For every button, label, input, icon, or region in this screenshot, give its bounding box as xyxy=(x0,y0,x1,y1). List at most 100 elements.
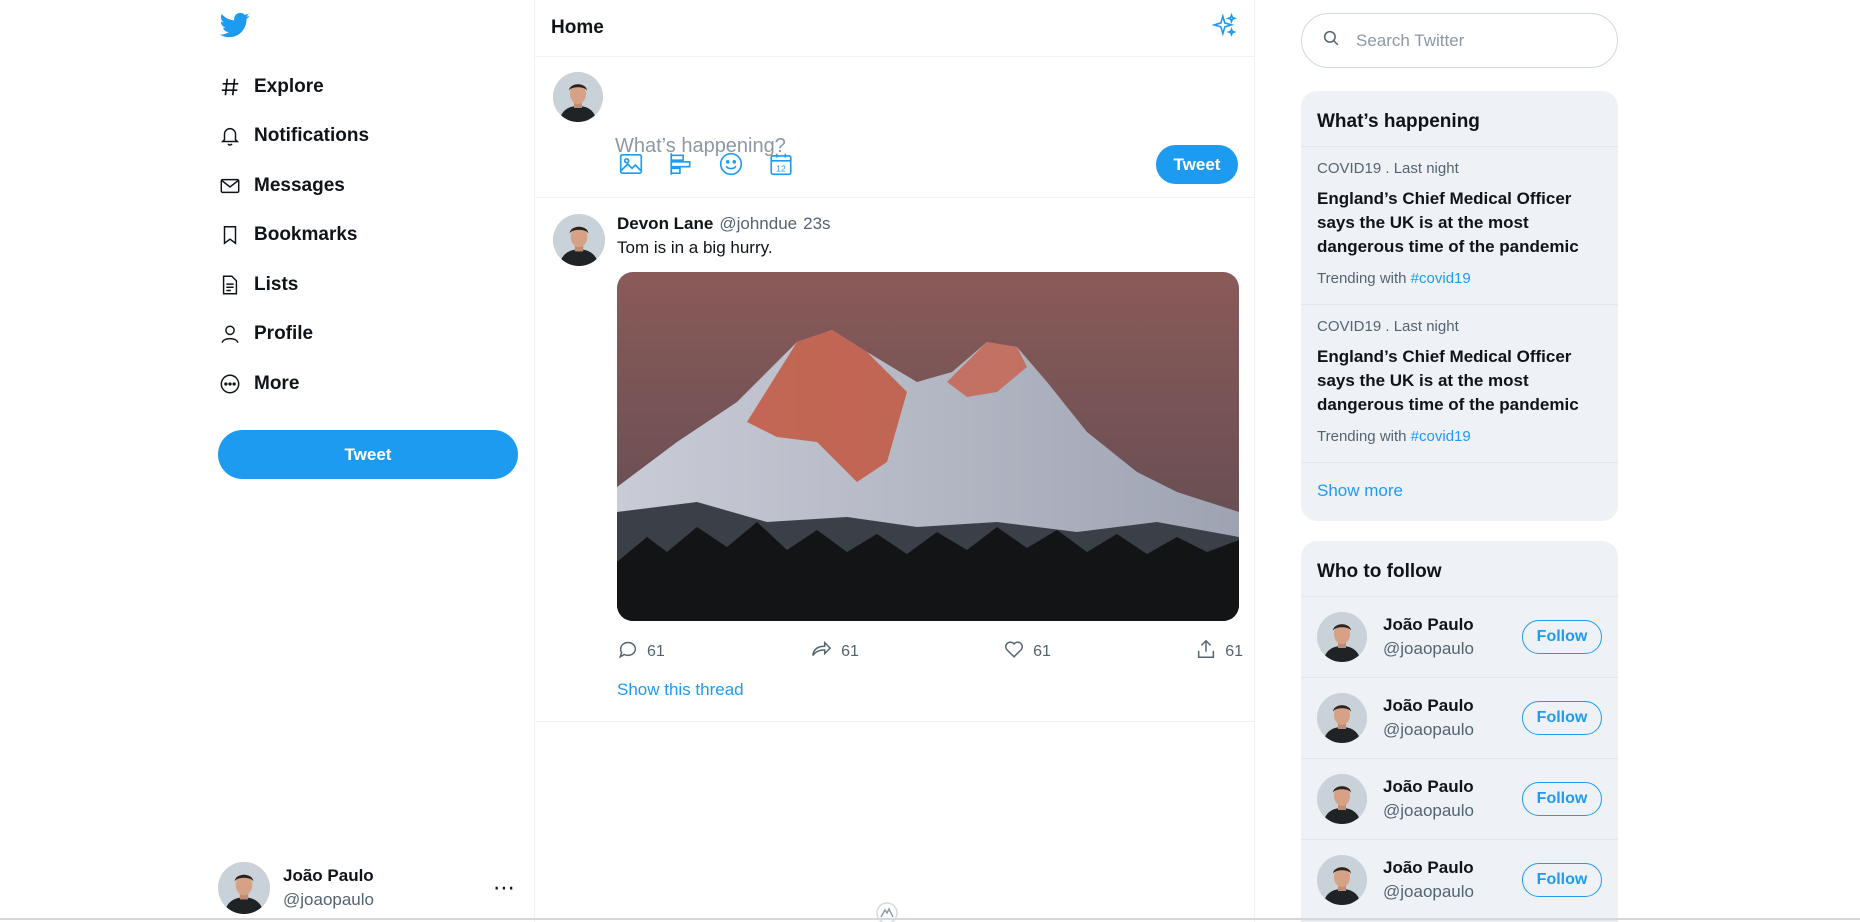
hashtag-icon xyxy=(218,75,242,99)
like-action[interactable]: 61 xyxy=(1003,638,1051,665)
nav-label-profile: Profile xyxy=(254,323,314,345)
suggestion-avatar[interactable] xyxy=(1317,774,1367,824)
emoji-icon[interactable] xyxy=(717,150,745,178)
share-action[interactable]: 61 xyxy=(1195,638,1243,665)
home-header: Home xyxy=(535,0,1254,57)
page-title: Home xyxy=(551,17,604,38)
account-names: João Paulo @joaopaulo xyxy=(283,866,493,910)
nav-label-bookmarks: Bookmarks xyxy=(254,224,358,246)
account-handle: @joaopaulo xyxy=(283,890,374,909)
account-switcher[interactable]: João Paulo @joaopaulo ⋯ xyxy=(218,858,518,918)
nav-label-explore: Explore xyxy=(254,75,324,97)
like-count: 61 xyxy=(1033,642,1051,660)
share-count: 61 xyxy=(1225,642,1243,660)
retweet-action[interactable]: 61 xyxy=(809,638,859,665)
reply-count: 61 xyxy=(647,642,665,660)
trend-headline: England’s Chief Medical Officer says the… xyxy=(1317,189,1579,256)
compose-toolbar: 12 xyxy=(617,150,817,178)
suggestion-name: João Paulo xyxy=(1383,858,1474,877)
whats-happening-title: What’s happening xyxy=(1301,91,1618,147)
follow-suggestion[interactable]: João Paulo @joaopaulo Follow xyxy=(1301,678,1618,759)
more-circle-icon xyxy=(218,372,242,396)
nav-item-bookmarks[interactable]: Bookmarks xyxy=(218,211,518,261)
tweet-meta: Devon Lane @johndue 23s xyxy=(617,214,831,234)
nav-item-lists[interactable]: Lists xyxy=(218,260,518,310)
compose-tweet-button[interactable]: Tweet xyxy=(1156,145,1238,184)
tweet[interactable]: Devon Lane @johndue 23s Tom is in a big … xyxy=(535,198,1254,722)
nav-label-notifications: Notifications xyxy=(254,125,370,147)
share-upload-icon xyxy=(1195,638,1217,665)
suggestion-handle: @joaopaulo xyxy=(1383,801,1474,820)
svg-text:12: 12 xyxy=(776,164,786,174)
whats-happening-panel: What’s happening COVID19 . Last night En… xyxy=(1301,91,1618,521)
account-name: João Paulo xyxy=(283,866,374,885)
tweet-handle[interactable]: @johndue xyxy=(719,214,797,234)
trend-category: COVID19 . Last night xyxy=(1317,160,1459,177)
timeline: Home What’s happening? 12 Tweet Devon La… xyxy=(534,0,1255,922)
nav-item-more[interactable]: More xyxy=(218,359,518,409)
show-thread-link[interactable]: Show this thread xyxy=(617,680,744,700)
search-icon xyxy=(1322,29,1340,52)
suggestion-avatar[interactable] xyxy=(1317,693,1367,743)
trend-hashtag[interactable]: #covid19 xyxy=(1411,428,1471,445)
suggestion-name: João Paulo xyxy=(1383,696,1474,715)
show-more-link[interactable]: Show more xyxy=(1301,463,1618,519)
nav-item-messages[interactable]: Messages xyxy=(218,161,518,211)
nav-item-profile[interactable]: Profile xyxy=(218,310,518,360)
bell-icon xyxy=(218,124,242,148)
follow-button[interactable]: Follow xyxy=(1522,863,1602,897)
tweet-actions: 61 61 61 61 xyxy=(617,638,1243,665)
search-bar[interactable] xyxy=(1301,13,1618,68)
trend-prefix: Trending with xyxy=(1317,428,1407,445)
window-bottom-edge xyxy=(0,918,1860,920)
compose-avatar xyxy=(553,72,603,122)
tweet-time[interactable]: 23s xyxy=(803,214,830,234)
heart-icon xyxy=(1003,638,1025,665)
reply-action[interactable]: 61 xyxy=(617,638,665,665)
trend-prefix: Trending with xyxy=(1317,270,1407,287)
who-to-follow-title: Who to follow xyxy=(1301,541,1618,597)
image-icon[interactable] xyxy=(617,150,645,178)
suggestion-names: João Paulo @joaopaulo xyxy=(1383,858,1522,902)
retweet-icon xyxy=(809,638,833,665)
suggestion-names: João Paulo @joaopaulo xyxy=(1383,615,1522,659)
search-input[interactable] xyxy=(1356,30,1596,51)
tweet-text: Tom is in a big hurry. xyxy=(617,238,773,257)
trend-item[interactable]: COVID19 . Last night England’s Chief Med… xyxy=(1301,305,1618,463)
left-sidebar: Explore Notifications Messages Bookmarks… xyxy=(218,0,518,922)
reply-icon xyxy=(617,638,639,665)
sparkle-icon[interactable] xyxy=(1211,12,1238,44)
twitter-logo-icon[interactable] xyxy=(218,10,252,40)
account-more-icon[interactable]: ⋯ xyxy=(493,875,516,901)
suggestion-name: João Paulo xyxy=(1383,777,1474,796)
suggestion-avatar[interactable] xyxy=(1317,855,1367,905)
account-avatar xyxy=(218,862,270,914)
suggestion-avatar[interactable] xyxy=(1317,612,1367,662)
bookmark-icon xyxy=(218,223,242,247)
suggestion-names: João Paulo @joaopaulo xyxy=(1383,777,1522,821)
suggestion-handle: @joaopaulo xyxy=(1383,639,1474,658)
nav-label-more: More xyxy=(254,372,300,394)
nav-item-explore[interactable]: Explore xyxy=(218,62,518,112)
follow-button[interactable]: Follow xyxy=(1522,620,1602,654)
follow-suggestion[interactable]: João Paulo @joaopaulo Follow xyxy=(1301,840,1618,921)
nav-item-notifications[interactable]: Notifications xyxy=(218,112,518,162)
tweet-author[interactable]: Devon Lane xyxy=(617,214,713,234)
follow-suggestion[interactable]: João Paulo @joaopaulo Follow xyxy=(1301,597,1618,678)
trend-item[interactable]: COVID19 . Last night England’s Chief Med… xyxy=(1301,147,1618,305)
follow-button[interactable]: Follow xyxy=(1522,701,1602,735)
poll-icon[interactable] xyxy=(667,150,695,178)
tweet-avatar[interactable] xyxy=(553,214,605,266)
sidebar-tweet-button[interactable]: Tweet xyxy=(218,430,518,479)
who-to-follow-panel: Who to follow João Paulo @joaopaulo Foll… xyxy=(1301,541,1618,922)
follow-button[interactable]: Follow xyxy=(1522,782,1602,816)
document-icon xyxy=(218,273,242,297)
tweet-image[interactable] xyxy=(617,272,1239,621)
trend-tagline: Trending with #covid19 xyxy=(1317,428,1602,445)
follow-suggestion[interactable]: João Paulo @joaopaulo Follow xyxy=(1301,759,1618,840)
person-icon xyxy=(218,322,242,346)
schedule-calendar-icon[interactable]: 12 xyxy=(767,150,795,178)
trend-hashtag[interactable]: #covid19 xyxy=(1411,270,1471,287)
retweet-count: 61 xyxy=(841,642,859,660)
main-nav: Explore Notifications Messages Bookmarks… xyxy=(218,62,518,409)
